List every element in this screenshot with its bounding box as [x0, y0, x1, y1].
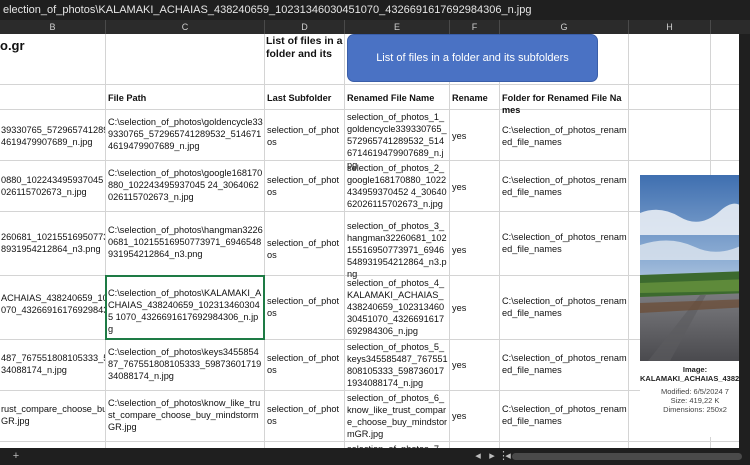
preview-caption: Image: KALAMAKI_ACHAIAS_438240659_102313… — [640, 365, 750, 414]
cell-b-5[interactable]: 487_767551808105333_5 34088174_n.jpg — [1, 352, 105, 376]
column-headers: B C D E F G H — [0, 20, 750, 34]
cell-file-path-3[interactable]: C:\selection_of_photos\hangman32260681_1… — [108, 224, 263, 260]
preview-modified: Modified: 6/5/2024 7 — [661, 387, 729, 396]
cell-rename-3[interactable]: yes — [452, 244, 498, 256]
add-sheet-button[interactable]: + — [8, 448, 24, 465]
formula-bar[interactable]: election_of_photos\KALAMAKI_ACHAIAS_4382… — [0, 0, 750, 20]
cell-folder-2[interactable]: C:\selection_of_photos_renamed_file_name… — [502, 174, 628, 198]
vertical-scrollbar[interactable] — [739, 34, 750, 448]
cell-folder-1[interactable]: C:\selection_of_photos_renamed_file_name… — [502, 124, 628, 148]
cell-renamed-3[interactable]: selection_of_photos_3_hangman32260681_10… — [347, 220, 448, 280]
cell-b-6[interactable]: rust_compare_choose_buy GR.jpg — [1, 403, 105, 427]
cell-subfolder-5[interactable]: selection_of_photos — [267, 352, 343, 376]
cell-renamed-6[interactable]: selection_of_photos_6_know_like_trust_co… — [347, 392, 448, 440]
column-header-c[interactable]: C — [106, 20, 265, 34]
cell-subfolder-2[interactable]: selection_of_photos — [267, 174, 343, 198]
cell-rename-5[interactable]: yes — [452, 359, 498, 371]
cell-renamed-4[interactable]: selection_of_photos_4_KALAMAKI_ACHAIAS_4… — [347, 277, 448, 337]
sheet-tab-bar: + ◂ ▸ ⋮ ◂ — [0, 448, 750, 465]
image-preview-panel: Image: KALAMAKI_ACHAIAS_438240659_102313… — [640, 175, 750, 437]
site-label: o.gr — [0, 38, 25, 53]
column-header-b[interactable]: B — [0, 20, 106, 34]
preview-dimensions: Dimensions: 250x2 — [663, 405, 727, 414]
spreadsheet-grid[interactable]: o.gr List of files in a folder and its L… — [0, 34, 750, 448]
header-rename[interactable]: Rename — [452, 92, 498, 104]
next-sheet-button[interactable]: ▸ — [486, 448, 498, 465]
cell-subfolder-1[interactable]: selection_of_photos — [267, 124, 343, 148]
cell-file-path-2[interactable]: C:\selection_of_photos\google168170880_1… — [108, 167, 263, 203]
header-renamed-file-name[interactable]: Renamed File Name — [347, 92, 448, 104]
prev-sheet-button[interactable]: ◂ — [472, 448, 484, 465]
cell-file-path-1[interactable]: C:\selection_of_photos\goldencycle339330… — [108, 116, 263, 152]
cell-folder-4[interactable]: C:\selection_of_photos_renamed_file_name… — [502, 295, 628, 319]
header-file-path[interactable]: File Path — [108, 92, 263, 104]
column-header-f[interactable]: F — [450, 20, 500, 34]
header-folder-renamed[interactable]: Folder for Renamed File Names — [502, 92, 628, 116]
cell-rename-2[interactable]: yes — [452, 181, 498, 193]
preview-image-label: Image: — [682, 365, 708, 374]
cell-b-3[interactable]: 260681_10215516950773 8931954212864_n3.p… — [1, 231, 105, 255]
cell-folder-3[interactable]: C:\selection_of_photos_renamed_file_name… — [502, 231, 628, 255]
cell-b-2[interactable]: 0880_102243495937045 026115702673_n.jpg — [1, 174, 105, 198]
cell-folder-6[interactable]: C:\selection_of_photos_renamed_file_name… — [502, 403, 628, 427]
column-header-e[interactable]: E — [345, 20, 450, 34]
column-header-g[interactable]: G — [500, 20, 629, 34]
cell-rename-4[interactable]: yes — [452, 302, 498, 314]
column-header-d[interactable]: D — [265, 20, 345, 34]
cell-b-4[interactable]: ACHAIAS_438240659_1023 070_4326691617692… — [1, 292, 105, 316]
preview-file-name: KALAMAKI_ACHAIAS_438240659_1023134603045… — [640, 374, 750, 383]
title-cell[interactable]: List of files in a folder and its — [266, 35, 346, 61]
cell-renamed-5[interactable]: selection_of_photos_5_keys345585487_7675… — [347, 341, 448, 389]
preview-photo — [640, 175, 750, 361]
cell-subfolder-3[interactable]: selection_of_photos — [267, 237, 343, 261]
list-files-macro-button[interactable]: List of files in a folder and its subfol… — [347, 34, 598, 82]
selected-cell-outline — [105, 275, 265, 340]
cell-renamed-2[interactable]: selection_of_photos_2_google168170880_10… — [347, 162, 448, 210]
cell-folder-5[interactable]: C:\selection_of_photos_renamed_file_name… — [502, 352, 628, 376]
cell-rename-1[interactable]: yes — [452, 130, 498, 142]
header-last-subfolder[interactable]: Last Subfolder — [267, 92, 343, 104]
cell-b-1[interactable]: 39330765_572965741289 4619479907689_n.jp… — [1, 124, 105, 148]
horizontal-scrollbar-thumb[interactable] — [512, 453, 742, 460]
cell-file-path-6[interactable]: C:\selection_of_photos\know_like_trust_c… — [108, 397, 263, 433]
preview-size: Size: 419,22 K — [670, 396, 720, 405]
cell-rename-6[interactable]: yes — [452, 410, 498, 422]
cell-subfolder-6[interactable]: selection_of_photos — [267, 403, 343, 427]
column-header-h[interactable]: H — [629, 20, 711, 34]
cell-subfolder-4[interactable]: selection_of_photos — [267, 295, 343, 319]
cell-file-path-5[interactable]: C:\selection_of_photos\keys345585487_767… — [108, 346, 263, 382]
